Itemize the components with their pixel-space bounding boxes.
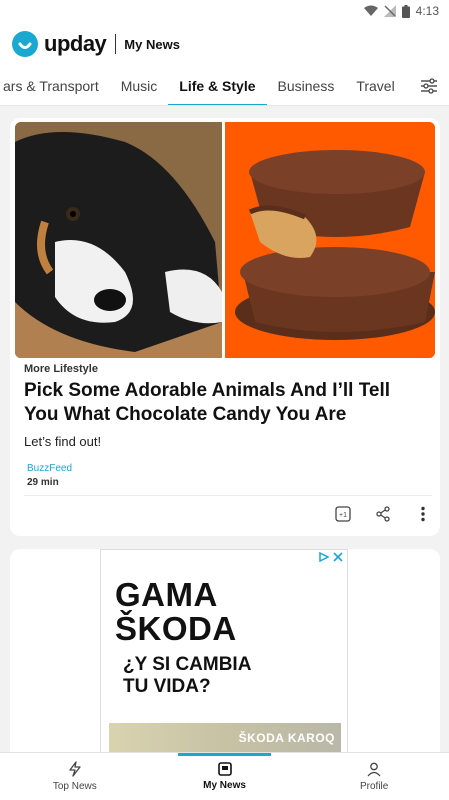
nav-top-news[interactable]: Top News xyxy=(0,753,150,800)
ad-title: GAMA ŠKODA xyxy=(115,578,237,646)
bottom-navigation: Top News My News Profile xyxy=(0,752,449,800)
lightning-icon xyxy=(69,761,81,777)
ad-choices[interactable] xyxy=(319,552,343,562)
my-news-icon xyxy=(217,762,232,776)
tab-life-style[interactable]: Life & Style xyxy=(168,66,267,105)
filter-settings-button[interactable] xyxy=(409,66,449,105)
share-icon[interactable] xyxy=(374,505,392,523)
svg-text:+1: +1 xyxy=(339,512,347,519)
category-tabs: ars & Transport Music Life & Style Busin… xyxy=(0,66,449,106)
card-divider xyxy=(24,495,432,496)
nav-profile[interactable]: Profile xyxy=(299,753,449,800)
plus-one-icon[interactable]: +1 xyxy=(334,505,352,523)
nav-top-news-label: Top News xyxy=(52,781,97,792)
article-teaser: Let’s find out! xyxy=(24,434,102,449)
ad-subtitle-line1: ¿Y SI CAMBIA xyxy=(123,654,252,675)
tab-travel[interactable]: Travel xyxy=(345,66,405,105)
article-read-time: 29 min xyxy=(27,477,59,488)
nav-my-news-label: My News xyxy=(203,780,246,791)
sliders-icon xyxy=(421,78,437,94)
close-ad-icon[interactable] xyxy=(333,552,343,562)
header-divider xyxy=(115,34,117,54)
ad-banner[interactable]: GAMA ŠKODA ¿Y SI CAMBIA TU VIDA? ŠKODA K… xyxy=(100,549,348,759)
upday-logo-icon[interactable] xyxy=(12,31,38,57)
tab-cars-transport[interactable]: ars & Transport xyxy=(0,66,110,105)
tab-business[interactable]: Business xyxy=(267,66,346,105)
app-header: upday My News xyxy=(0,22,449,66)
ad-card: GAMA ŠKODA ¿Y SI CAMBIA TU VIDA? ŠKODA K… xyxy=(10,549,440,759)
tab-music[interactable]: Music xyxy=(110,66,169,105)
no-signal-icon xyxy=(383,5,396,17)
tabs-track: ars & Transport Music Life & Style Busin… xyxy=(0,66,446,105)
article-actions: +1 xyxy=(334,505,432,523)
ad-subtitle-line2: TU VIDA? xyxy=(123,676,211,697)
ad-choices-icon[interactable] xyxy=(319,552,329,562)
wifi-icon xyxy=(363,5,378,16)
nav-my-news[interactable]: My News xyxy=(150,753,300,800)
ad-title-line1: GAMA xyxy=(115,576,218,613)
article-kicker: More Lifestyle xyxy=(24,363,98,375)
nav-profile-label: Profile xyxy=(360,780,389,792)
ad-subtitle: ¿Y SI CAMBIA TU VIDA? xyxy=(123,654,251,698)
section-title: My News xyxy=(124,36,180,52)
ad-strip-text: ŠKODA KAROQ xyxy=(238,731,335,745)
status-time: 4:13 xyxy=(415,4,439,18)
article-image[interactable] xyxy=(15,122,435,358)
article-headline[interactable]: Pick Some Adorable Animals And I’ll Tell… xyxy=(24,379,424,427)
chocolate-candy-photo xyxy=(222,122,435,358)
article-card[interactable]: More Lifestyle Pick Some Adorable Animal… xyxy=(10,118,440,536)
more-vert-icon[interactable] xyxy=(414,505,432,523)
dog-photo xyxy=(15,122,222,358)
brand-name[interactable]: upday xyxy=(44,31,107,57)
article-source[interactable]: BuzzFeed xyxy=(27,463,72,474)
status-bar: 4:13 xyxy=(0,0,449,22)
battery-icon xyxy=(401,4,410,18)
person-icon xyxy=(367,762,381,776)
ad-title-line2: ŠKODA xyxy=(115,610,237,647)
